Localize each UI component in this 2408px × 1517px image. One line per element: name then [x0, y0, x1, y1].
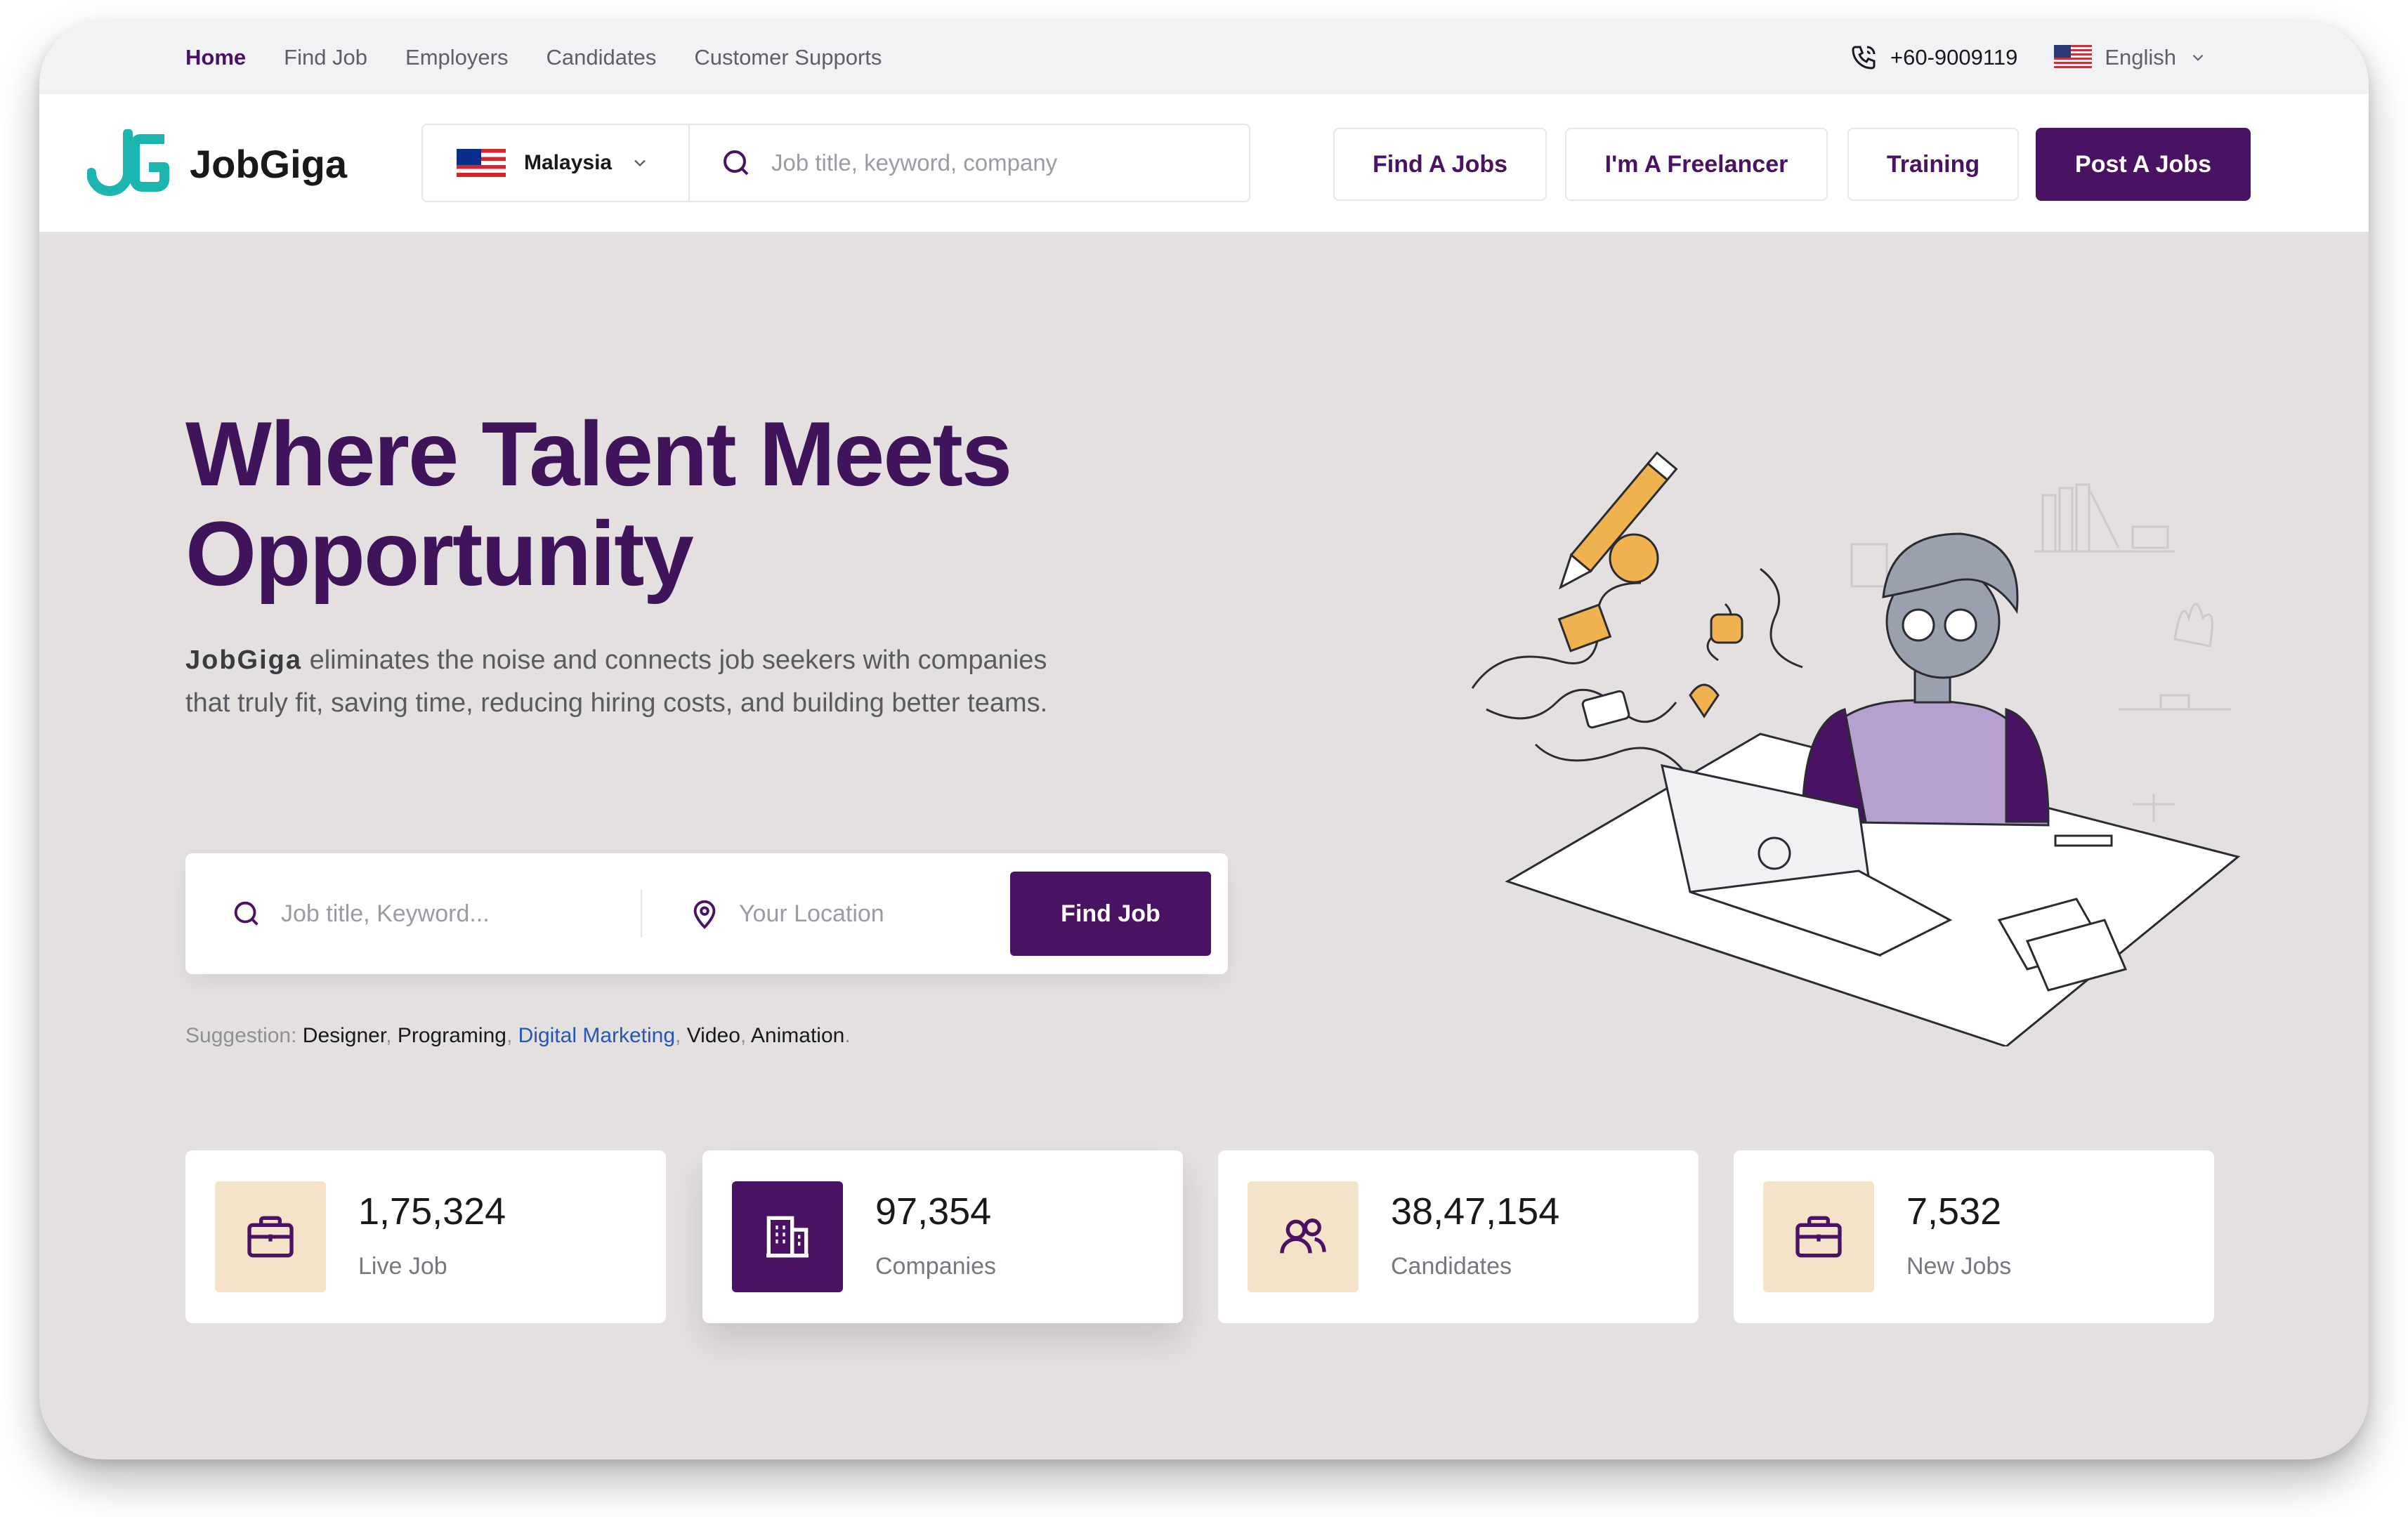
post-jobs-button[interactable]: Post A Jobs [2036, 128, 2251, 201]
header-search: Malaysia Job title, keyword, company [421, 124, 1250, 202]
language-selector[interactable]: English [2054, 45, 2207, 70]
building-icon [766, 1216, 809, 1258]
stat-value: 97,354 [875, 1190, 992, 1233]
stat-card-companies[interactable]: 97,354 Companies [702, 1150, 1183, 1323]
top-nav-candidates[interactable]: Candidates [546, 45, 656, 70]
hero-title: Where Talent Meets Opportunity [185, 402, 1012, 605]
malaysia-flag-icon [457, 149, 506, 177]
users-icon [1280, 1219, 1326, 1254]
header-search-placeholder: Job title, keyword, company [771, 150, 1058, 176]
hero-title-line1: Where Talent Meets [185, 402, 1012, 505]
location-pin-icon [693, 900, 716, 929]
hero-keyword-placeholder: Job title, Keyword... [281, 900, 490, 927]
logo[interactable]: JobGiga [87, 129, 347, 198]
freelancer-button[interactable]: I'm A Freelancer [1565, 128, 1828, 201]
phone-contact[interactable]: +60-9009119 [1850, 44, 2017, 72]
search-icon [234, 901, 259, 926]
top-nav-employers[interactable]: Employers [405, 45, 508, 70]
hero-location-placeholder: Your Location [739, 900, 884, 927]
stat-label: Candidates [1391, 1253, 1512, 1280]
find-job-button[interactable]: Find Job [1010, 872, 1211, 956]
top-nav-find-job[interactable]: Find Job [284, 45, 367, 70]
logo-text: JobGiga [190, 141, 348, 186]
stat-card-live-job[interactable]: 1,75,324 Live Job [185, 1150, 666, 1323]
language-label: English [2105, 45, 2176, 70]
top-utility-bar: Home Find Job Employers Candidates Custo… [39, 21, 2369, 94]
main-header: JobGiga Malaysia Job title, keyword, com… [39, 94, 2369, 232]
briefcase-icon [1795, 1216, 1842, 1258]
hero-keyword-input[interactable]: Job title, Keyword... [230, 853, 490, 974]
stat-icon-box [1763, 1181, 1874, 1292]
suggestion-video[interactable]: Video [687, 1024, 740, 1047]
training-button[interactable]: Training [1847, 128, 2019, 201]
stat-icon-box [732, 1181, 843, 1292]
suggestion-digital-marketing[interactable]: Digital Marketing [518, 1024, 675, 1047]
country-selector[interactable]: Malaysia [423, 125, 690, 201]
hero-description: JobGiga eliminates the noise and connect… [185, 639, 1071, 725]
suggestion-animation[interactable]: Animation [751, 1024, 844, 1047]
find-jobs-button[interactable]: Find A Jobs [1333, 128, 1547, 201]
top-right-group: +60-9009119 English [1850, 21, 2207, 94]
stat-value: 38,47,154 [1391, 1190, 1560, 1233]
hero-search-box: Job title, Keyword... Your Location Find… [185, 853, 1228, 974]
chevron-down-icon [634, 159, 646, 167]
hero-location-input[interactable]: Your Location [688, 853, 884, 974]
stat-label: New Jobs [1906, 1253, 2012, 1280]
suggestion-programing[interactable]: Programing [398, 1024, 506, 1047]
search-divider [641, 890, 642, 938]
phone-icon [1852, 46, 1876, 70]
stat-label: Live Job [358, 1253, 447, 1280]
hero-title-line2: Opportunity [185, 502, 694, 605]
stat-icon-box [215, 1181, 326, 1292]
us-flag-icon [2054, 45, 2093, 70]
hero-desc-brand: JobGiga [185, 645, 303, 675]
hero-illustration [1471, 451, 2241, 1046]
stat-card-new-jobs[interactable]: 7,532 New Jobs [1734, 1150, 2214, 1323]
top-nav: Home Find Job Employers Candidates Custo… [185, 21, 882, 94]
stat-label: Companies [875, 1253, 996, 1280]
header-keyword-input[interactable]: Job title, keyword, company [690, 146, 1057, 180]
jobgiga-logo-icon [87, 129, 169, 196]
stat-card-candidates[interactable]: 38,47,154 Candidates [1218, 1150, 1699, 1323]
top-nav-customer-supports[interactable]: Customer Supports [694, 45, 882, 70]
stat-icon-box [1248, 1181, 1359, 1292]
suggestion-label: Suggestion: [185, 1024, 303, 1047]
chevron-down-icon [2192, 54, 2204, 61]
stat-value: 7,532 [1906, 1190, 2002, 1233]
hero-desc-text: eliminates the noise and connects job se… [185, 645, 1048, 718]
briefcase-icon [247, 1216, 294, 1258]
phone-number: +60-9009119 [1890, 45, 2018, 70]
browser-frame: Home Find Job Employers Candidates Custo… [39, 21, 2369, 1459]
top-nav-home[interactable]: Home [185, 45, 246, 70]
suggestion-designer[interactable]: Designer [303, 1024, 386, 1047]
country-label: Malaysia [524, 151, 613, 174]
suggestions: Suggestion: Designer, Programing, Digita… [185, 1024, 851, 1047]
search-icon [724, 150, 749, 176]
stat-value: 1,75,324 [358, 1190, 506, 1233]
